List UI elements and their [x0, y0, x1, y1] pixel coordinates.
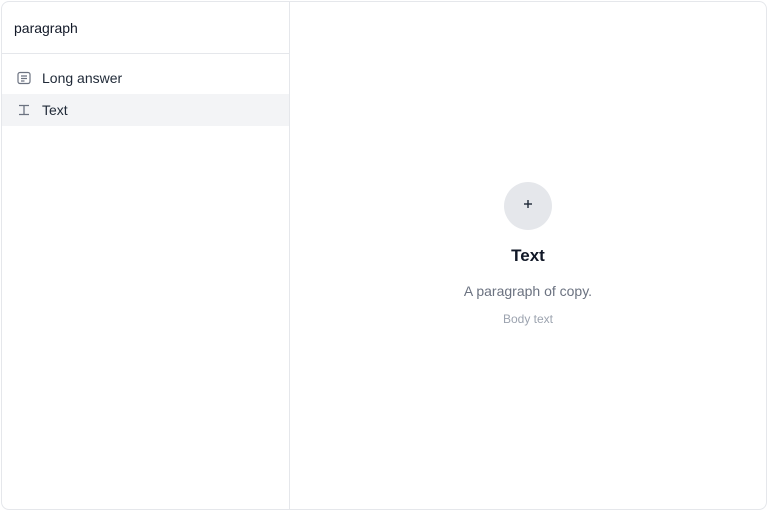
- search-input[interactable]: [14, 19, 277, 36]
- result-item-label: Text: [42, 102, 68, 118]
- add-block-button[interactable]: [504, 182, 552, 230]
- long-answer-icon: [16, 70, 32, 86]
- results-list: Long answer Text: [2, 54, 289, 126]
- result-item-long-answer[interactable]: Long answer: [2, 62, 289, 94]
- plus-icon: [522, 197, 534, 215]
- preview-title: Text: [511, 246, 545, 265]
- text-type-icon: [16, 102, 32, 118]
- result-item-label: Long answer: [42, 70, 123, 86]
- result-item-text[interactable]: Text: [2, 94, 289, 126]
- preview-subtitle: Body text: [502, 312, 554, 326]
- block-picker-dialog: Long answer Text: [1, 1, 767, 510]
- preview-description: A paragraph of copy.: [463, 283, 593, 299]
- results-pane: Long answer Text: [2, 2, 290, 509]
- search-row: [2, 2, 289, 54]
- preview-pane: Text A paragraph of copy. Body text: [290, 2, 766, 509]
- block-preview: Text A paragraph of copy. Body text: [290, 182, 766, 326]
